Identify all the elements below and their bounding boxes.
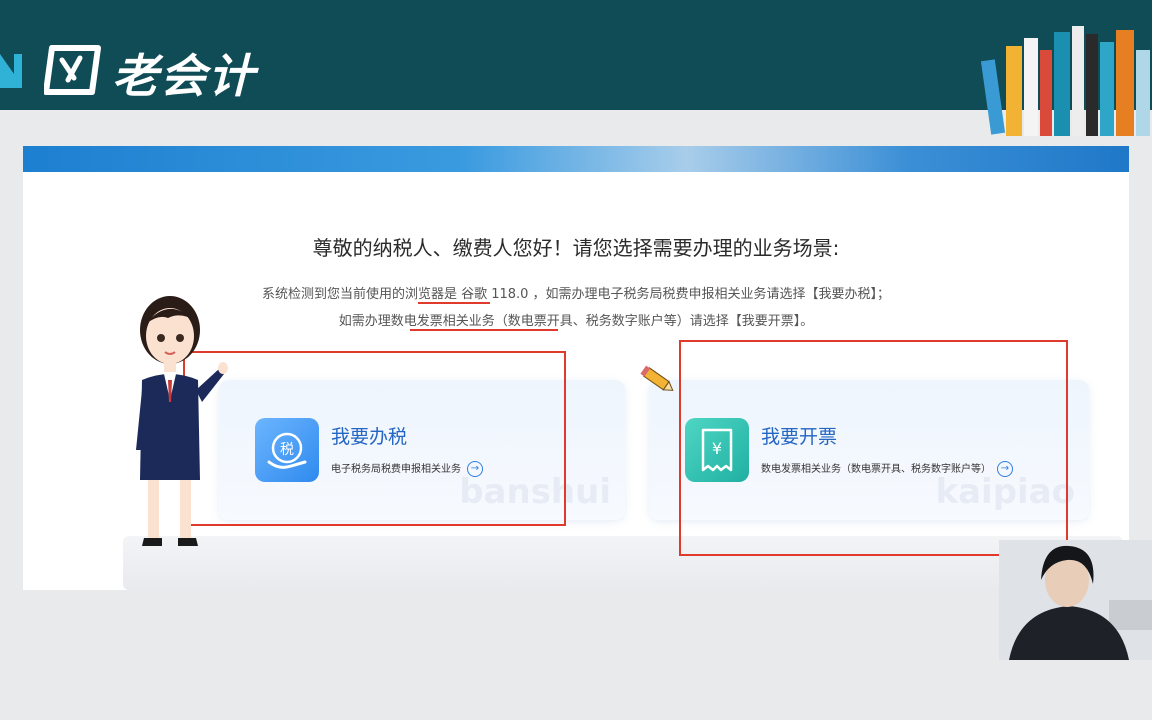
annotation-underline-1	[418, 302, 490, 304]
pencil-icon	[640, 365, 674, 391]
logo-icon	[44, 45, 101, 95]
banner-strip	[23, 146, 1129, 172]
logo-corner-icon	[0, 54, 22, 88]
books-illustration	[980, 26, 1150, 136]
agent-illustration	[136, 296, 228, 546]
annotation-box-kaipiao	[679, 340, 1068, 556]
annotation-underline-2	[410, 329, 558, 331]
annotation-box-banshui	[183, 351, 566, 526]
presenter-video	[999, 540, 1152, 660]
brand-name: 老会计	[112, 49, 256, 103]
header-bar: 老会计	[0, 0, 1152, 136]
webcam-overlay	[999, 540, 1152, 660]
greeting-heading: 尊敬的纳税人、缴费人您好！请您选择需要办理的业务场景:	[312, 236, 840, 260]
